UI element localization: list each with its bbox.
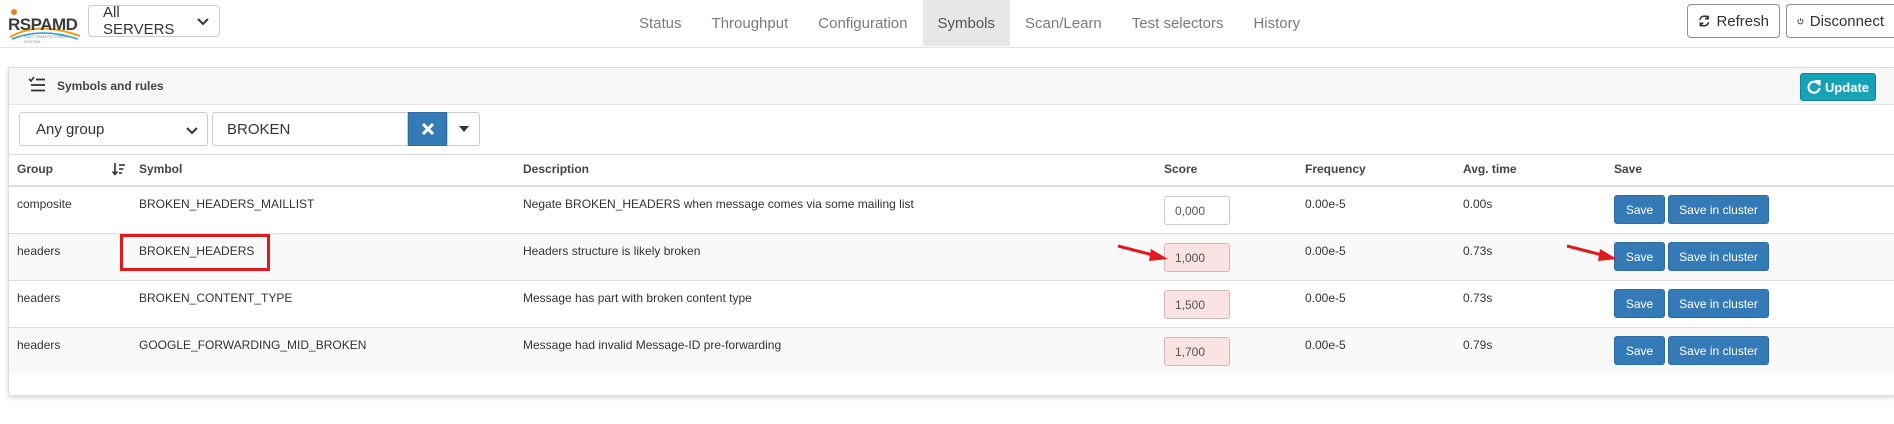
column-header-avg-time[interactable]: Avg. time — [1463, 162, 1517, 176]
tab-configuration[interactable]: Configuration — [803, 0, 922, 46]
column-header-save: Save — [1614, 162, 1643, 176]
cell-description: Message had invalid Message-ID pre-forwa… — [523, 338, 782, 352]
refresh-icon — [1699, 15, 1710, 27]
symbol-search-value: BROKEN — [227, 120, 291, 138]
score-input[interactable]: 1,500 — [1164, 290, 1230, 319]
tab-throughput[interactable]: Throughput — [697, 0, 804, 46]
panel-header: Symbols and rules Update — [9, 68, 1894, 105]
cell-symbol: BROKEN_HEADERS_MAILLIST — [139, 197, 315, 211]
cell-avg-time: 0.79s — [1463, 338, 1493, 352]
rotate-icon — [1807, 80, 1821, 94]
cell-avg-time: 0.73s — [1463, 244, 1493, 258]
annotation-arrow-icon — [1566, 244, 1617, 261]
cell-description: Negate BROKEN_HEADERS when message comes… — [523, 197, 914, 211]
cell-description: Headers structure is likely broken — [523, 244, 701, 258]
server-select-value: All SERVERS — [103, 4, 175, 38]
logo-text: RSPAMD — [8, 15, 78, 34]
group-filter-value: Any group — [36, 120, 105, 138]
chevron-down-icon — [197, 18, 209, 26]
clear-search-button[interactable] — [408, 112, 447, 146]
cell-group: headers — [17, 244, 61, 258]
score-value: 1,000 — [1175, 250, 1206, 265]
cell-group: headers — [17, 338, 61, 352]
save-in-cluster-button[interactable]: Save in cluster — [1668, 289, 1769, 318]
refresh-label: Refresh — [1716, 12, 1769, 30]
tab-test-selectors[interactable]: Test selectors — [1117, 0, 1239, 46]
annotation-highlight-box — [120, 234, 270, 271]
group-filter-select[interactable]: Any group — [19, 112, 208, 146]
update-button[interactable]: Update — [1800, 73, 1876, 101]
cell-frequency: 0.00e-5 — [1305, 244, 1346, 258]
score-input[interactable]: 0,000 — [1164, 196, 1230, 225]
cell-frequency: 0.00e-5 — [1305, 338, 1346, 352]
symbol-search-input[interactable]: BROKEN — [212, 112, 408, 146]
score-value: 0,000 — [1175, 203, 1206, 218]
save-in-cluster-button[interactable]: Save in cluster — [1668, 242, 1769, 271]
score-value: 1,500 — [1175, 297, 1206, 312]
cell-description: Message has part with broken content typ… — [523, 291, 752, 305]
search-options-dropdown[interactable] — [447, 112, 480, 146]
update-label: Update — [1824, 79, 1870, 95]
cell-avg-time: 0.00s — [1463, 197, 1493, 211]
cell-symbol: BROKEN_CONTENT_TYPE — [139, 291, 293, 305]
annotation-arrow-icon — [1117, 244, 1168, 261]
logo-subtitle: FAST SPAM FILTERING SYSTEM — [24, 34, 68, 44]
sort-amount-down-icon[interactable] — [112, 162, 126, 176]
rspamd-logo[interactable]: RSPAMD FAST SPAM FILTERING SYSTEM — [6, 6, 82, 44]
server-select[interactable]: All SERVERS — [88, 4, 220, 38]
main-nav: Status Throughput Configuration Symbols … — [624, 0, 1315, 46]
score-input[interactable]: 1,700 — [1164, 337, 1230, 366]
save-in-cluster-button[interactable]: Save in cluster — [1668, 336, 1769, 365]
chevron-down-icon — [186, 127, 198, 135]
cell-avg-time: 0.73s — [1463, 291, 1493, 305]
cell-symbol: GOOGLE_FORWARDING_MID_BROKEN — [139, 338, 367, 352]
column-header-frequency[interactable]: Frequency — [1305, 162, 1366, 176]
score-input[interactable]: 1,000 — [1164, 243, 1230, 272]
disconnect-button[interactable]: Disconnect — [1786, 4, 1894, 38]
tab-scan-learn[interactable]: Scan/Learn — [1010, 0, 1117, 46]
save-button[interactable]: Save — [1614, 289, 1665, 318]
tab-history[interactable]: History — [1238, 0, 1315, 46]
score-value: 1,700 — [1175, 344, 1206, 359]
tab-status[interactable]: Status — [624, 0, 697, 46]
panel-title: Symbols and rules — [57, 79, 164, 93]
save-button[interactable]: Save — [1614, 336, 1665, 365]
caret-down-icon — [458, 126, 469, 132]
top-navbar: RSPAMD FAST SPAM FILTERING SYSTEM All SE… — [0, 0, 1894, 48]
close-icon — [421, 122, 434, 136]
save-button[interactable]: Save — [1614, 195, 1665, 224]
tab-symbols[interactable]: Symbols — [922, 0, 1011, 46]
save-in-cluster-button[interactable]: Save in cluster — [1668, 195, 1769, 224]
column-header-score[interactable]: Score — [1164, 162, 1197, 176]
cell-group: composite — [17, 197, 72, 211]
column-header-description[interactable]: Description — [523, 162, 589, 176]
header-bottom-border — [9, 185, 1894, 187]
list-icon — [28, 76, 45, 92]
table-top-border — [9, 154, 1894, 155]
cell-frequency: 0.00e-5 — [1305, 291, 1346, 305]
cell-frequency: 0.00e-5 — [1305, 197, 1346, 211]
save-button[interactable]: Save — [1614, 242, 1665, 271]
column-header-symbol[interactable]: Symbol — [139, 162, 182, 176]
column-header-group[interactable]: Group — [17, 162, 53, 176]
cell-group: headers — [17, 291, 61, 305]
power-icon — [1797, 18, 1804, 25]
refresh-button[interactable]: Refresh — [1687, 4, 1780, 38]
disconnect-label: Disconnect — [1809, 12, 1884, 30]
row-divider — [9, 280, 1894, 281]
